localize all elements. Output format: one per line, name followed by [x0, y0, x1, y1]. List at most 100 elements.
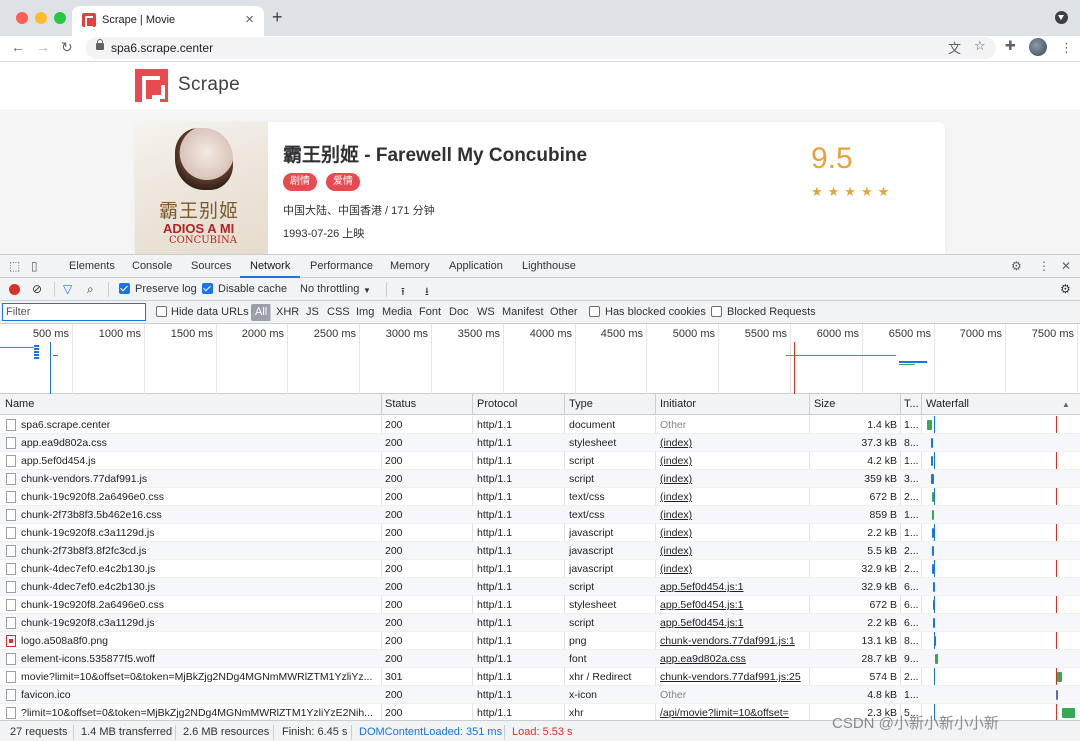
table-row[interactable]: logo.a508a8f0.png 200 http/1.1 png chunk-ven…	[0, 632, 1080, 650]
profile-avatar[interactable]	[1029, 38, 1047, 56]
table-row[interactable]: chunk-vendors.77daf991.js 200 http/1.1 scri…	[0, 470, 1080, 488]
table-row[interactable]: chunk-2f73b8f3.5b462e16.css 200 http/1.1 te…	[0, 506, 1080, 524]
device-toolbar-icon[interactable]: ▯	[31, 259, 38, 273]
column-protocol[interactable]: Protocol	[477, 398, 517, 410]
address-bar[interactable]: spa6.scrape.center	[86, 37, 996, 59]
request-initiator[interactable]: (index)	[660, 455, 805, 467]
request-initiator[interactable]: (index)	[660, 473, 805, 485]
devtools-close-icon[interactable]: ✕	[1061, 259, 1071, 273]
devtools-menu-icon[interactable]: ⋮	[1038, 259, 1050, 273]
export-har-icon[interactable]: ⭳	[425, 283, 429, 302]
table-row[interactable]: chunk-4dec7ef0.e4c2b130.js 200 http/1.1 scr…	[0, 578, 1080, 596]
chevron-down-icon[interactable]: ▼	[363, 286, 371, 295]
filter-type-media[interactable]: Media	[382, 306, 412, 318]
genre-tag[interactable]: 爱情	[326, 173, 360, 191]
reload-icon[interactable]: ↻	[61, 39, 73, 56]
inspect-element-icon[interactable]: ⬚	[9, 259, 20, 273]
filter-funnel-icon[interactable]: ▽	[63, 282, 72, 296]
tab-search-icon[interactable]	[1055, 11, 1068, 24]
browser-tab[interactable]: Scrape | Movie ×	[72, 6, 264, 36]
tab-memory[interactable]: Memory	[390, 260, 430, 272]
tab-network[interactable]: Network	[250, 260, 290, 272]
throttling-select[interactable]: No throttling	[300, 283, 359, 295]
filter-type-other[interactable]: Other	[550, 306, 578, 318]
tab-sources[interactable]: Sources	[191, 260, 231, 272]
table-row[interactable]: app.ea9d802a.css 200 http/1.1 stylesheet (in…	[0, 434, 1080, 452]
blocked-cookies-checkbox[interactable]	[589, 306, 600, 317]
close-window-button[interactable]	[16, 12, 28, 24]
movie-poster[interactable]: 霸王别姬 ADIOS A MI CONCUBINA	[135, 122, 268, 254]
request-initiator[interactable]: /api/movie?limit=10&offset=	[660, 707, 805, 719]
request-initiator[interactable]: chunk-vendors.77daf991.js:25	[660, 671, 805, 683]
new-tab-icon[interactable]: +	[272, 7, 283, 28]
column-initiator[interactable]: Initiator	[660, 398, 696, 410]
site-brand[interactable]: Scrape	[178, 74, 240, 96]
table-row[interactable]: favicon.ico 200 http/1.1 x-icon Other 4.8 kB 1…	[0, 686, 1080, 704]
filter-type-font[interactable]: Font	[419, 306, 441, 318]
network-settings-gear-icon[interactable]: ⚙	[1060, 282, 1071, 296]
column-type[interactable]: Type	[569, 398, 593, 410]
filter-type-css[interactable]: CSS	[327, 306, 350, 318]
filter-type-img[interactable]: Img	[356, 306, 374, 318]
request-initiator[interactable]: app.5ef0d454.js:1	[660, 617, 805, 629]
minimize-window-button[interactable]	[35, 12, 47, 24]
column-name[interactable]: Name	[5, 398, 34, 410]
filter-type-js[interactable]: JS	[306, 306, 319, 318]
column-time[interactable]: T...	[904, 398, 919, 410]
tab-lighthouse[interactable]: Lighthouse	[522, 260, 576, 272]
table-row[interactable]: element-icons.535877f5.woff 200 http/1.1 fo…	[0, 650, 1080, 668]
table-row[interactable]: app.5ef0d454.js 200 http/1.1 script (index) 4…	[0, 452, 1080, 470]
back-arrow-icon[interactable]: ←	[11, 39, 25, 55]
table-row[interactable]: chunk-2f73b8f3.8f2fc3cd.js 200 http/1.1 jav…	[0, 542, 1080, 560]
extensions-puzzle-icon[interactable]: ✚	[1005, 38, 1016, 54]
forward-arrow-icon[interactable]: →	[36, 39, 50, 55]
tab-console[interactable]: Console	[132, 260, 172, 272]
request-initiator[interactable]: (index)	[660, 563, 805, 575]
bookmark-star-icon[interactable]: ☆	[974, 38, 986, 54]
filter-input[interactable]	[2, 303, 146, 321]
browser-menu-icon[interactable]: ⋮	[1060, 40, 1073, 56]
table-row[interactable]: spa6.scrape.center 200 http/1.1 document Oth…	[0, 416, 1080, 434]
request-initiator[interactable]: (index)	[660, 527, 805, 539]
disable-cache-checkbox[interactable]	[202, 283, 213, 294]
tab-performance[interactable]: Performance	[310, 260, 373, 272]
filter-type-manifest[interactable]: Manifest	[502, 306, 544, 318]
column-size[interactable]: Size	[814, 398, 835, 410]
table-row[interactable]: chunk-4dec7ef0.e4c2b130.js 200 http/1.1 jav…	[0, 560, 1080, 578]
zoom-window-button[interactable]	[54, 12, 66, 24]
table-row[interactable]: chunk-19c920f8.c3a1129d.js 200 http/1.1 scr…	[0, 614, 1080, 632]
scrape-logo-icon[interactable]	[135, 69, 168, 103]
close-tab-icon[interactable]: ×	[245, 11, 254, 28]
preserve-log-checkbox[interactable]	[119, 283, 130, 294]
tab-elements[interactable]: Elements	[69, 260, 115, 272]
column-waterfall[interactable]: Waterfall	[926, 398, 969, 410]
genre-tag[interactable]: 剧情	[283, 173, 317, 191]
request-initiator[interactable]: app.5ef0d454.js:1	[660, 581, 805, 593]
table-row[interactable]: movie?limit=10&offset=0&token=MjBkZjg2ND…	[0, 668, 1080, 686]
record-network-log-icon[interactable]	[9, 284, 20, 295]
movie-title[interactable]: 霸王别姬 - Farewell My Concubine	[283, 140, 587, 167]
request-initiator[interactable]: chunk-vendors.77daf991.js:1	[660, 635, 805, 647]
hide-data-urls-checkbox[interactable]	[156, 306, 167, 317]
column-status[interactable]: Status	[385, 398, 416, 410]
network-overview-timeline[interactable]: 500 ms 1000 ms 1500 ms 2000 ms 2500 ms 3000 m…	[0, 324, 1080, 394]
filter-type-ws[interactable]: WS	[477, 306, 495, 318]
search-icon[interactable]: ⌕	[87, 282, 94, 297]
request-initiator[interactable]: (index)	[660, 509, 805, 521]
table-row[interactable]: chunk-19c920f8.c3a1129d.js 200 http/1.1 jav…	[0, 524, 1080, 542]
request-initiator[interactable]: app.ea9d802a.css	[660, 653, 805, 665]
table-row[interactable]: chunk-19c920f8.2a6496e0.css 200 http/1.1 te…	[0, 488, 1080, 506]
request-initiator[interactable]: (index)	[660, 437, 805, 449]
tab-application[interactable]: Application	[449, 260, 503, 272]
filter-type-xhr[interactable]: XHR	[276, 306, 299, 318]
blocked-requests-checkbox[interactable]	[711, 306, 722, 317]
import-har-icon[interactable]: ⭱	[401, 283, 405, 302]
clear-log-icon[interactable]: ⊘	[32, 282, 42, 296]
filter-all-button[interactable]: All	[251, 304, 272, 321]
request-initiator[interactable]: app.5ef0d454.js:1	[660, 599, 805, 611]
filter-type-doc[interactable]: Doc	[449, 306, 469, 318]
request-initiator[interactable]: (index)	[660, 545, 805, 557]
translate-icon[interactable]: 文	[948, 38, 961, 57]
request-initiator[interactable]: (index)	[660, 491, 805, 503]
table-row[interactable]: chunk-19c920f8.2a6496e0.css 200 http/1.1 st…	[0, 596, 1080, 614]
